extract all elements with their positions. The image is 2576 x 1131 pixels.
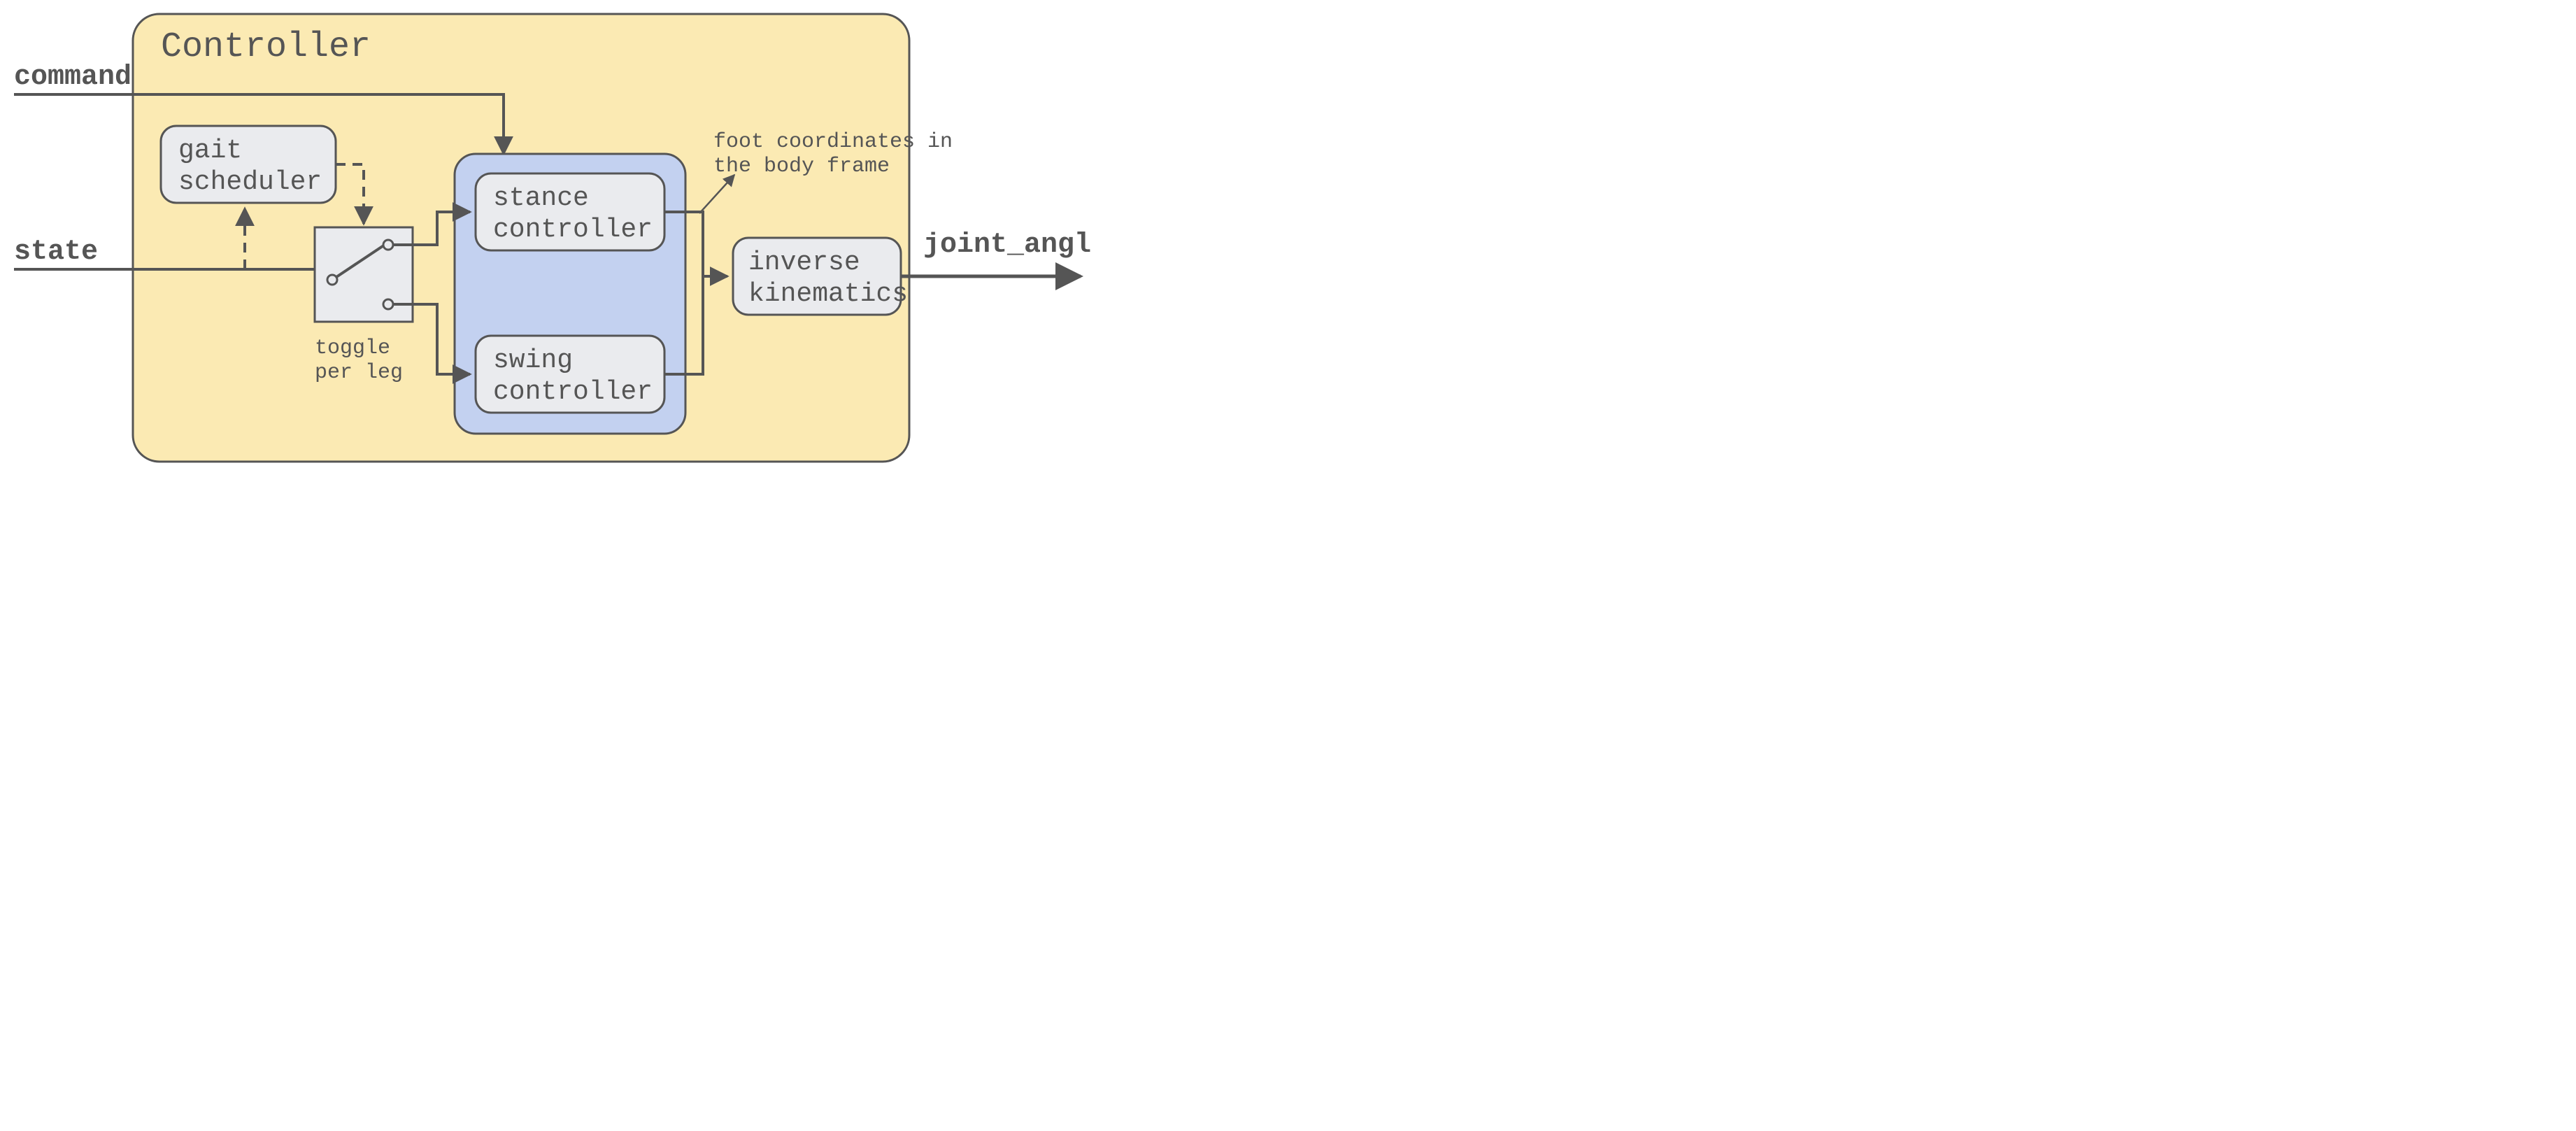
swing-controller-label-l2: controller (493, 377, 653, 407)
foot-coords-annotation-l1: foot coordinates in (713, 130, 953, 154)
input-state-label: state (14, 236, 98, 268)
stance-controller-label-l1: stance (493, 183, 589, 213)
foot-coords-annotation-l2: the body frame (713, 155, 890, 178)
switch-block (315, 227, 413, 322)
gait-scheduler-label-l2: scheduler (178, 167, 322, 197)
output-joint-angles-label: joint_angles (923, 229, 1091, 261)
gait-scheduler-label-l1: gait (178, 136, 242, 166)
swing-controller-label-l1: swing (493, 346, 573, 376)
input-command-label: command (14, 62, 131, 93)
controller-diagram: Controller command state joint_angles ga… (0, 0, 1091, 478)
stance-controller-label-l2: controller (493, 215, 653, 245)
toggle-annotation-l2: per leg (315, 361, 403, 385)
inverse-kinematics-label-l2: kinematics (748, 279, 908, 309)
controller-title: Controller (161, 27, 371, 67)
toggle-annotation-l1: toggle (315, 336, 390, 360)
inverse-kinematics-label-l1: inverse (748, 248, 860, 278)
